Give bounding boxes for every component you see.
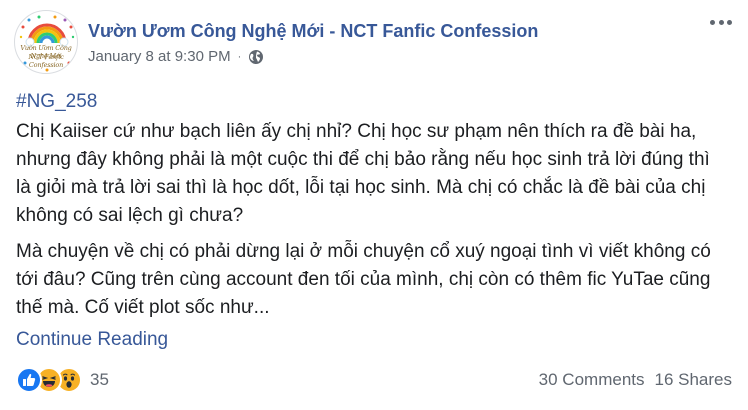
post-time-row: January 8 at 9:30 PM · [88, 48, 538, 66]
comments-count-link[interactable]: 30 Comments [539, 370, 645, 390]
post-meta: Vườn Ươm Công Nghệ Mới - NCT Fanfic Conf… [88, 10, 538, 66]
engagement-stats: 30 Comments 16 Shares [539, 370, 732, 390]
like-icon [16, 367, 42, 393]
post-header: Vườn Ươm Công Nghệ Mới NCT Fanfic Confes… [14, 10, 538, 76]
post-footer: 35 30 Comments 16 Shares [16, 365, 732, 395]
continue-reading-link[interactable]: Continue Reading [16, 327, 168, 353]
page-name-link[interactable]: Vườn Ươm Công Nghệ Mới - NCT Fanfic Conf… [88, 20, 538, 42]
more-dot [727, 19, 732, 25]
more-options-icon[interactable] [710, 14, 732, 30]
more-dot [710, 19, 715, 25]
shares-count-link[interactable]: 16 Shares [655, 370, 733, 390]
separator-dot: · [237, 51, 242, 63]
post-body: #NG_258 Chị Kaiiser cứ như bạch liên ấy … [16, 90, 728, 353]
globe-icon[interactable] [248, 49, 264, 65]
post-paragraph: Mà chuyện về chị có phải dừng lại ở mỗi … [16, 241, 711, 318]
avatar-logo-subtext: NCT Fanfic Confession [28, 53, 64, 69]
more-dot [718, 19, 724, 25]
page-avatar[interactable]: Vườn Ươm Công Nghệ Mới NCT Fanfic Confes… [14, 10, 78, 74]
post-timestamp[interactable]: January 8 at 9:30 PM [88, 48, 231, 66]
reaction-count: 35 [90, 370, 109, 389]
post-paragraph: Chị Kaiiser cứ như bạch liên ấy chị nhỉ?… [16, 121, 710, 226]
reactions-summary[interactable]: 35 [16, 367, 109, 393]
hashtag-link[interactable]: #NG_258 [16, 90, 97, 114]
